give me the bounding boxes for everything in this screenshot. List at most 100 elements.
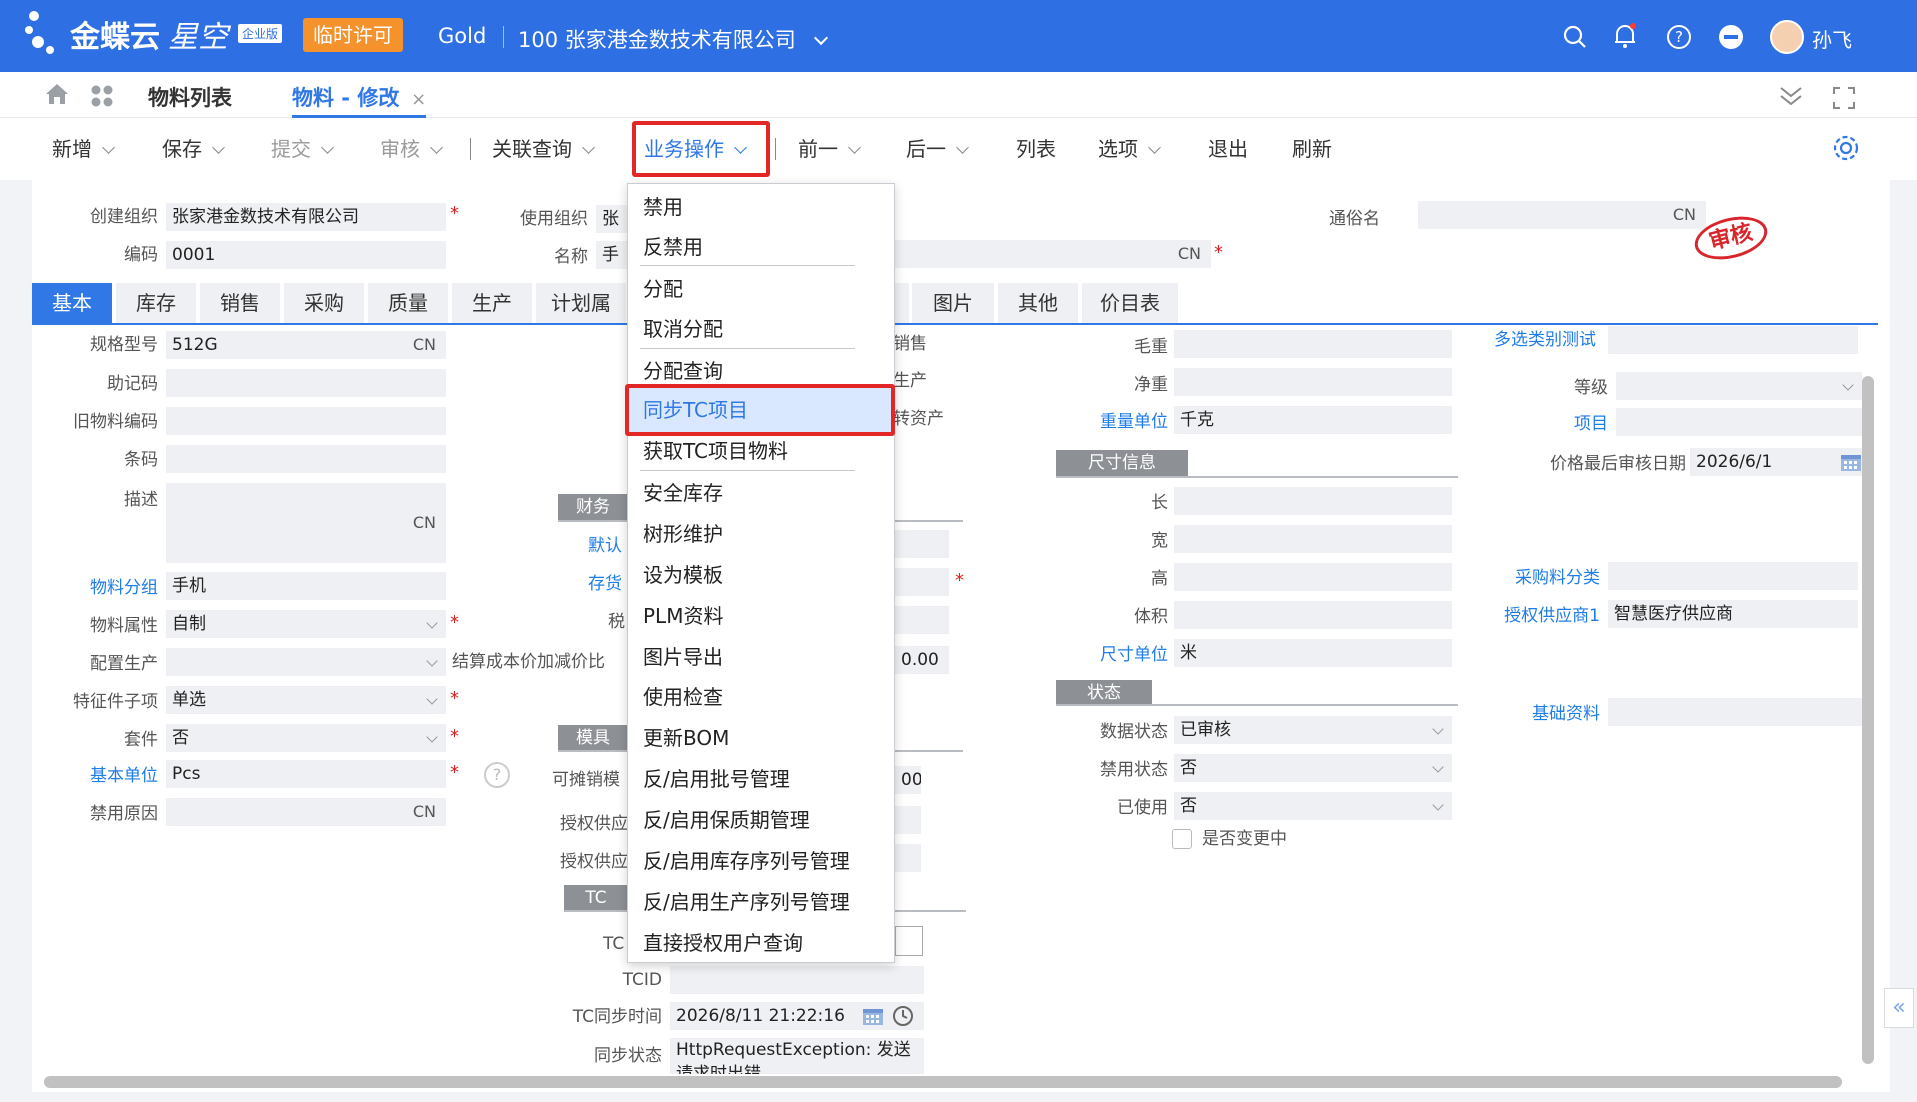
default-field[interactable] [895,530,949,558]
clock-icon[interactable] [892,1005,914,1032]
chevron-down-icon[interactable] [582,141,595,154]
length-field[interactable] [1174,487,1452,515]
tab-material-edit[interactable]: 物料 - 修改 × [292,82,427,118]
price-date-field[interactable]: 2026/6/1 [1690,448,1862,476]
kit-select[interactable]: 否 [166,724,446,752]
menu-item-assign[interactable]: 分配 [643,269,683,309]
calendar-icon[interactable] [862,1006,884,1031]
size-unit-label[interactable]: 尺寸单位 [1068,641,1168,669]
collapse-panel-icon[interactable]: « [1884,988,1914,1028]
tenant-name[interactable]: Gold [438,24,486,48]
related-query-button[interactable]: 关联查询 [492,134,595,164]
net-weight-field[interactable] [1174,368,1452,396]
user-name[interactable]: 孙飞 [1812,24,1852,53]
chevron-down-icon[interactable] [102,141,115,154]
subtab-image[interactable]: 图片 [912,283,994,323]
chevron-down-icon[interactable] [1432,761,1444,773]
subtab-inventory[interactable]: 库存 [116,283,196,323]
code-field[interactable]: 0001 [166,241,446,269]
next-button[interactable]: 后一 [906,134,969,164]
group-label[interactable]: 物料分组 [48,574,158,602]
basic-info-label[interactable]: 基础资料 [1480,700,1600,728]
company-selector[interactable]: 100 张家港金数技术有限公司 [518,24,829,54]
data-status-select[interactable]: 已审核 [1174,716,1452,744]
save-button[interactable]: 保存 [162,134,225,164]
tc-sync-time-field[interactable]: 2026/8/11 21:22:16 [670,1002,924,1030]
chevron-down-icon[interactable] [1432,799,1444,811]
horizontal-scrollbar[interactable] [44,1076,1842,1088]
chevron-down-icon[interactable] [1842,379,1854,391]
subtab-production[interactable]: 生产 [452,283,532,323]
auth-sup1-field[interactable] [895,806,921,834]
menu-item-safety-stock[interactable]: 安全库存 [643,473,723,513]
size-unit-field[interactable]: 米 [1174,639,1452,667]
used-select[interactable]: 否 [1174,792,1452,820]
inventory-label[interactable]: 存货 [588,570,622,598]
subtab-plan[interactable]: 计划属 [536,283,626,323]
license-badge[interactable]: 临时许可 [303,18,403,52]
chevron-down-icon[interactable] [430,141,443,154]
business-op-button[interactable]: 业务操作 [644,134,747,164]
chevron-down-icon[interactable] [1148,141,1161,154]
disable-status-select[interactable]: 否 [1174,754,1452,782]
bell-icon[interactable] [1612,22,1638,55]
audit-button[interactable]: 审核 [380,134,443,164]
basic-info-field[interactable] [1608,698,1862,726]
volume-field[interactable] [1174,601,1452,629]
menu-item-stock-serial-mgmt[interactable]: 反/启用库存序列号管理 [643,841,850,881]
calendar-icon[interactable] [1840,452,1862,477]
purchase-category-label[interactable]: 采购料分类 [1480,564,1600,592]
changing-checkbox[interactable] [1172,829,1192,849]
gear-icon[interactable] [1832,134,1860,167]
share-field[interactable]: 00 [895,766,921,794]
menu-item-shelf-life-mgmt[interactable]: 反/启用保质期管理 [643,800,810,840]
menu-item-image-export[interactable]: 图片导出 [643,637,723,677]
prev-button[interactable]: 前一 [798,134,861,164]
refresh-button[interactable]: 刷新 [1292,134,1332,164]
help-icon[interactable]: ? [1666,24,1692,55]
menu-item-disable[interactable]: 禁用 [643,187,683,227]
menu-item-batch-mgmt[interactable]: 反/启用批号管理 [643,759,790,799]
tc-field[interactable] [895,926,923,956]
config-select[interactable] [166,648,446,676]
auth-sup2-field[interactable] [895,844,921,872]
close-icon[interactable]: × [411,89,426,110]
attr-select[interactable]: 自制 [166,610,446,638]
menu-item-sync-tc[interactable]: 同步TC项目 [643,390,748,430]
project-field[interactable] [1616,408,1862,436]
common-name-field[interactable]: CN [1418,201,1706,229]
base-unit-field[interactable]: Pcs [166,760,446,788]
avatar[interactable] [1770,20,1804,54]
create-org-field[interactable]: 张家港金数技术有限公司 [166,203,446,231]
width-field[interactable] [1174,525,1452,553]
subtab-basic[interactable]: 基本 [32,283,112,323]
chevron-down-icon[interactable] [426,693,438,705]
help-icon[interactable]: ? [484,762,510,788]
fullscreen-icon[interactable] [1832,86,1856,115]
sync-status-field[interactable]: HttpRequestException: 发送请求时出错 [670,1038,924,1074]
barcode-field[interactable] [166,445,446,473]
multi-category-label[interactable]: 多选类别测试 [1466,326,1596,354]
menu-item-usage-check[interactable]: 使用检查 [643,677,723,717]
home-icon[interactable] [44,82,70,111]
list-button[interactable]: 列表 [1016,134,1056,164]
options-button[interactable]: 选项 [1098,134,1161,164]
menu-item-plm[interactable]: PLM资料 [643,596,723,636]
chevron-down-icon[interactable] [426,731,438,743]
minus-circle-icon[interactable] [1718,24,1744,55]
collapse-down-icon[interactable] [1778,84,1804,113]
chevron-down-icon[interactable] [734,141,747,154]
grade-select[interactable] [1616,372,1862,400]
default-label[interactable]: 默认 [588,532,622,560]
chevron-down-icon[interactable] [1432,723,1444,735]
apps-grid-icon[interactable] [90,84,114,113]
menu-item-update-bom[interactable]: 更新BOM [643,718,729,758]
desc-field[interactable]: CN [166,483,446,563]
menu-item-undisable[interactable]: 反禁用 [643,227,703,267]
tab-material-list[interactable]: 物料列表 [148,82,232,112]
menu-item-fetch-tc[interactable]: 获取TC项目物料 [643,431,788,471]
subtab-price-list[interactable]: 价目表 [1082,283,1178,323]
menu-item-unassign[interactable]: 取消分配 [643,309,723,349]
supplier-field[interactable]: 智慧医疗供应商 [1608,600,1858,628]
gross-weight-field[interactable] [1174,330,1452,358]
